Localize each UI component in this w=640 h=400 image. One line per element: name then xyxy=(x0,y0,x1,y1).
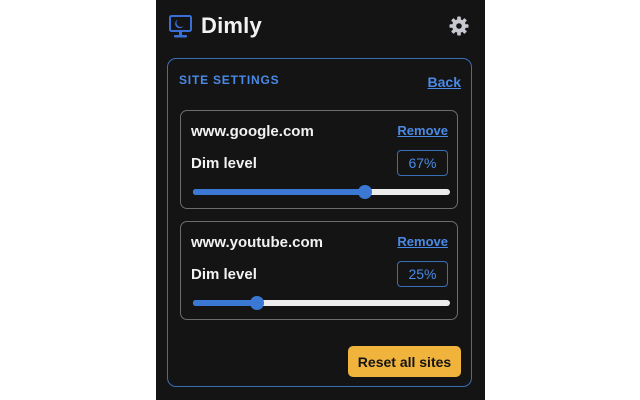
dim-level-label: Dim level xyxy=(191,266,257,283)
slider-fill xyxy=(193,300,258,306)
remove-site-link[interactable]: Remove xyxy=(397,234,448,249)
header: Dimly xyxy=(156,0,485,52)
dim-level-value: 67% xyxy=(397,150,448,176)
dim-level-value: 25% xyxy=(397,261,448,287)
site-settings-panel: SITE SETTINGS Back www.google.com Remove… xyxy=(167,58,472,387)
extension-popup: Dimly SITE SETTINGS Back www.google.com … xyxy=(156,0,485,400)
site-domain: www.youtube.com xyxy=(191,234,323,251)
slider-fill xyxy=(193,189,366,195)
app-title: Dimly xyxy=(201,13,262,38)
slider-thumb[interactable] xyxy=(250,296,265,310)
remove-site-link[interactable]: Remove xyxy=(397,123,448,138)
dim-level-slider[interactable] xyxy=(193,185,450,199)
back-link[interactable]: Back xyxy=(428,74,461,90)
monitor-moon-icon xyxy=(169,15,192,38)
reset-all-sites-button[interactable]: Reset all sites xyxy=(348,346,461,377)
site-card: www.google.com Remove Dim level 67% xyxy=(180,110,458,209)
site-card: www.youtube.com Remove Dim level 25% xyxy=(180,221,458,320)
dim-level-label: Dim level xyxy=(191,155,257,172)
panel-title: SITE SETTINGS xyxy=(179,73,280,87)
slider-thumb[interactable] xyxy=(358,185,373,199)
site-domain: www.google.com xyxy=(191,123,314,140)
dim-level-slider[interactable] xyxy=(193,296,450,310)
gear-icon[interactable] xyxy=(449,16,469,36)
